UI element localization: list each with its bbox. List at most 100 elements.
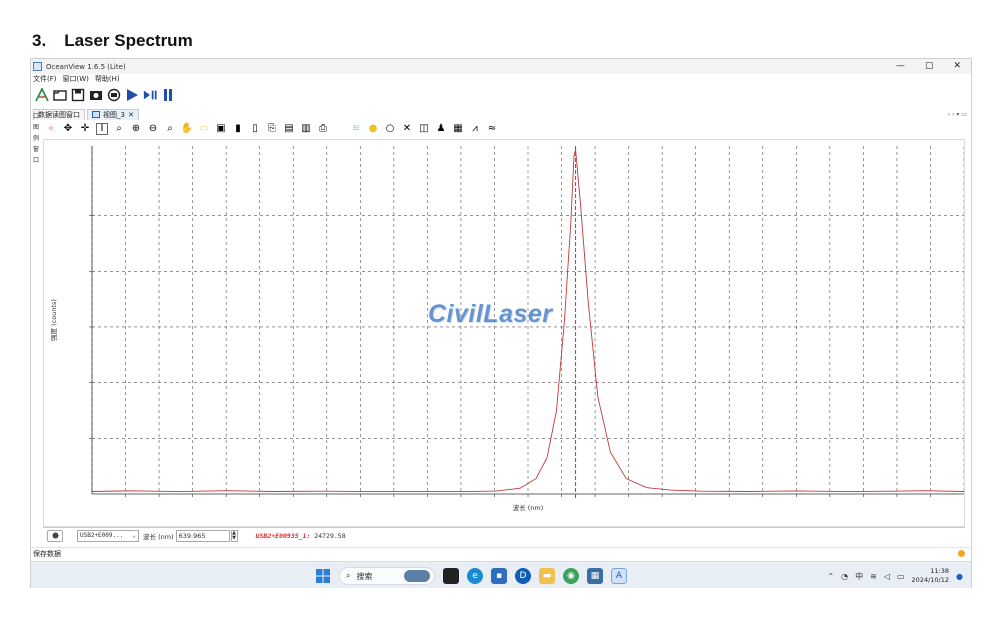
- print-icon[interactable]: ⎙: [317, 123, 329, 135]
- maximize-button[interactable]: ▢: [925, 59, 934, 74]
- cursor-icon[interactable]: I: [96, 123, 108, 135]
- side-strip-item[interactable]: 图: [33, 122, 39, 131]
- zoom-reset-icon[interactable]: ⌕: [164, 123, 176, 135]
- menu-bar: 文件(F) 窗口(W) 帮助(H): [31, 74, 120, 85]
- zoom-box-icon[interactable]: ⌕: [113, 123, 125, 135]
- side-strip-item[interactable]: 口: [33, 155, 39, 164]
- wizard-icon[interactable]: [35, 88, 49, 102]
- peak-icon[interactable]: ≋: [350, 123, 362, 135]
- search-highlight-icon: [404, 570, 430, 582]
- window-title: OceanView 1.6.5 (Lite): [46, 62, 126, 71]
- clock-date: 2024/10/12: [911, 576, 950, 584]
- minimize-button[interactable]: —: [896, 59, 905, 74]
- search-icon: ⌕: [346, 571, 351, 580]
- photos-icon[interactable]: ◉: [563, 568, 579, 584]
- save-chart-icon[interactable]: ▤: [283, 123, 295, 135]
- copy-icon[interactable]: ⎘: [266, 123, 278, 135]
- x-axis-label: 波长 (nm): [513, 503, 544, 512]
- snapshot-icon[interactable]: ▣: [215, 123, 227, 135]
- hand-icon[interactable]: ✋: [181, 123, 193, 135]
- tab-nav-controls[interactable]: ‹ › ▾ ▭: [948, 111, 967, 118]
- spectrum-chart[interactable]: 波长 (nm) 强度 (counts): [43, 139, 965, 527]
- tab-close-icon[interactable]: ✕: [128, 111, 134, 119]
- notification-bell-icon[interactable]: ●: [956, 572, 963, 581]
- camera-icon[interactable]: [89, 88, 103, 102]
- y-axis-label: 强度 (counts): [49, 299, 58, 341]
- taskbar-apps: ⌕ 搜索 e ▪ D ▬ ◉ ▦ A: [315, 566, 627, 586]
- menu-window[interactable]: 窗口(W): [63, 74, 89, 85]
- person-icon[interactable]: ♟: [435, 123, 447, 135]
- spectrometer-icon[interactable]: [107, 88, 121, 102]
- network-status-icon[interactable]: ◔: [841, 572, 848, 581]
- watermark-logo: CivilLaser: [428, 300, 553, 328]
- record-button[interactable]: [47, 529, 63, 542]
- graph-settings-icon[interactable]: ◫: [418, 123, 430, 135]
- battery-icon[interactable]: ▭: [897, 572, 905, 581]
- tools-icon[interactable]: ✕: [401, 123, 413, 135]
- store-icon[interactable]: ▪: [491, 568, 507, 584]
- volume-icon[interactable]: ◁: [884, 572, 890, 581]
- device-select[interactable]: USB2+E009... ⌄: [77, 529, 139, 542]
- calculator-icon[interactable]: ▦: [587, 568, 603, 584]
- table-icon[interactable]: ▦: [452, 123, 464, 135]
- window-controls: — ▢ ✕: [896, 59, 961, 74]
- status-strip: USB2+E009... ⌄ 波长 (nm) 639.965 ▲ ▼ USB2+E…: [43, 527, 965, 543]
- section-number: 3.: [32, 31, 47, 50]
- crosshair-icon[interactable]: ✛: [79, 123, 91, 135]
- zoom-in-icon[interactable]: ⊕: [130, 123, 142, 135]
- ime-indicator[interactable]: 中: [855, 571, 863, 582]
- wavelength-spinner[interactable]: ▲ ▼: [230, 529, 238, 542]
- wavelength-input[interactable]: 639.965: [175, 529, 230, 542]
- dell-icon[interactable]: D: [515, 568, 531, 584]
- export-icon[interactable]: ▯: [249, 123, 261, 135]
- side-strip-item[interactable]: 窗: [33, 144, 39, 153]
- edge-icon[interactable]: e: [467, 568, 483, 584]
- wifi-icon[interactable]: ≋: [870, 572, 877, 581]
- chevron-up-icon[interactable]: ⌃: [827, 572, 834, 581]
- back-icon[interactable]: «: [45, 123, 57, 135]
- search-placeholder: 搜索: [356, 571, 373, 581]
- clock-time: 11:38: [930, 567, 950, 575]
- save-bar: 保存数据: [31, 547, 971, 559]
- side-strip: 口 图 例 窗 口: [31, 111, 41, 171]
- chart-tab-icon: [92, 111, 100, 118]
- peaks-icon[interactable]: ⩘: [469, 123, 481, 135]
- wavelength-label: 波长 (nm): [143, 532, 174, 541]
- clock[interactable]: 11:38 2024/10/12: [912, 567, 949, 585]
- notification-dot: [958, 550, 965, 557]
- windows-start-icon[interactable]: [315, 568, 331, 584]
- close-button[interactable]: ✕: [953, 59, 961, 74]
- delete-icon[interactable]: ▮: [232, 123, 244, 135]
- save-icon[interactable]: [71, 88, 85, 102]
- view-tabs: 数据读图窗口 视图_3 ✕ ‹ › ▾ ▭: [31, 108, 971, 120]
- pause-icon[interactable]: [161, 88, 175, 102]
- bulb-off-icon[interactable]: ○: [384, 123, 396, 135]
- main-toolbar: [35, 86, 175, 104]
- open-folder-icon[interactable]: [53, 88, 67, 102]
- chart-toolbar: « ✥ ✛ I ⌕ ⊕ ⊖ ⌕ ✋ ▭ ▣ ▮ ▯ ⎘ ▤ ▥ ⎙ ≋ ● ○ …: [45, 122, 498, 136]
- task-view-icon[interactable]: [443, 568, 459, 584]
- file-explorer-icon[interactable]: ▬: [539, 568, 555, 584]
- taskbar-search[interactable]: ⌕ 搜索: [339, 567, 435, 585]
- oceanview-taskbar-icon[interactable]: A: [611, 568, 627, 584]
- pan-icon[interactable]: ✥: [62, 123, 74, 135]
- bulb-icon[interactable]: ●: [367, 123, 379, 135]
- spectrum-plot: 波长 (nm) 强度 (counts): [49, 146, 965, 512]
- tab-view-3[interactable]: 视图_3 ✕: [87, 108, 139, 120]
- properties-icon[interactable]: ▥: [300, 123, 312, 135]
- reading-value: 24729.58: [310, 531, 346, 540]
- side-strip-item[interactable]: 例: [33, 133, 39, 142]
- zoom-out-icon[interactable]: ⊖: [147, 123, 159, 135]
- save-data-label[interactable]: 保存数据: [33, 549, 61, 559]
- play-icon[interactable]: [125, 88, 139, 102]
- tab-data-window-label: 数据读图窗口: [38, 110, 80, 119]
- chevron-down-icon: ⌄: [132, 532, 136, 539]
- spin-down-icon[interactable]: ▼: [232, 535, 236, 541]
- app-icon: [33, 62, 42, 71]
- overlay-icon[interactable]: ≈: [486, 123, 498, 135]
- play-pause-icon[interactable]: [143, 88, 157, 102]
- highlight-icon[interactable]: ▭: [198, 123, 210, 135]
- side-strip-item[interactable]: 口: [33, 111, 39, 120]
- menu-help[interactable]: 帮助(H): [95, 74, 120, 85]
- menu-file[interactable]: 文件(F): [33, 74, 57, 85]
